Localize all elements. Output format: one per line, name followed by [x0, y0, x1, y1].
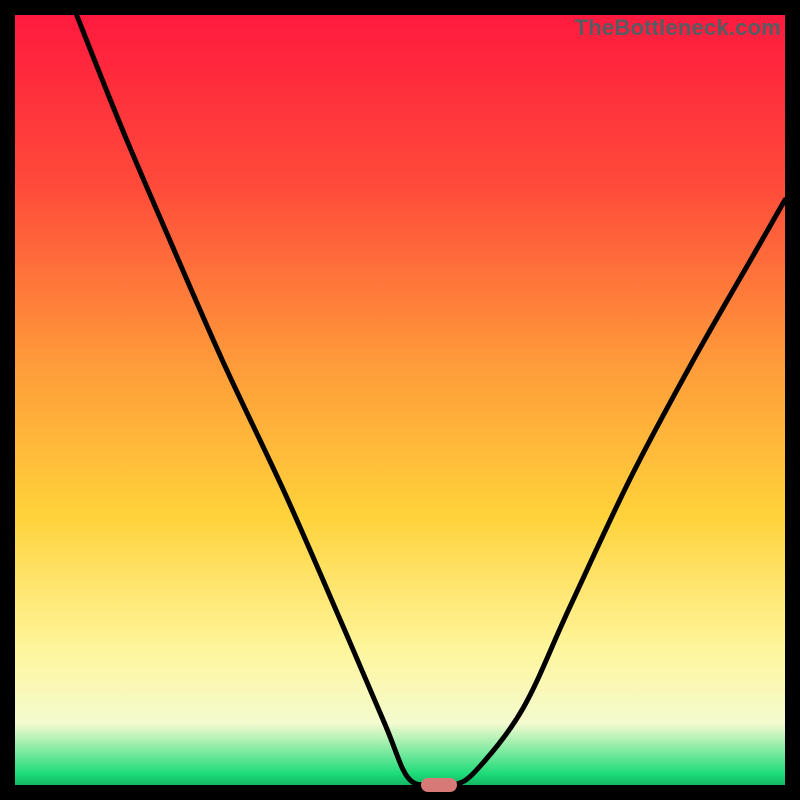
chart-stage: TheBottleneck.com [0, 0, 800, 800]
bottleneck-curve [15, 15, 785, 785]
optimum-marker [421, 778, 457, 792]
attribution-watermark: TheBottleneck.com [575, 15, 781, 41]
plot-area: TheBottleneck.com [15, 15, 785, 785]
